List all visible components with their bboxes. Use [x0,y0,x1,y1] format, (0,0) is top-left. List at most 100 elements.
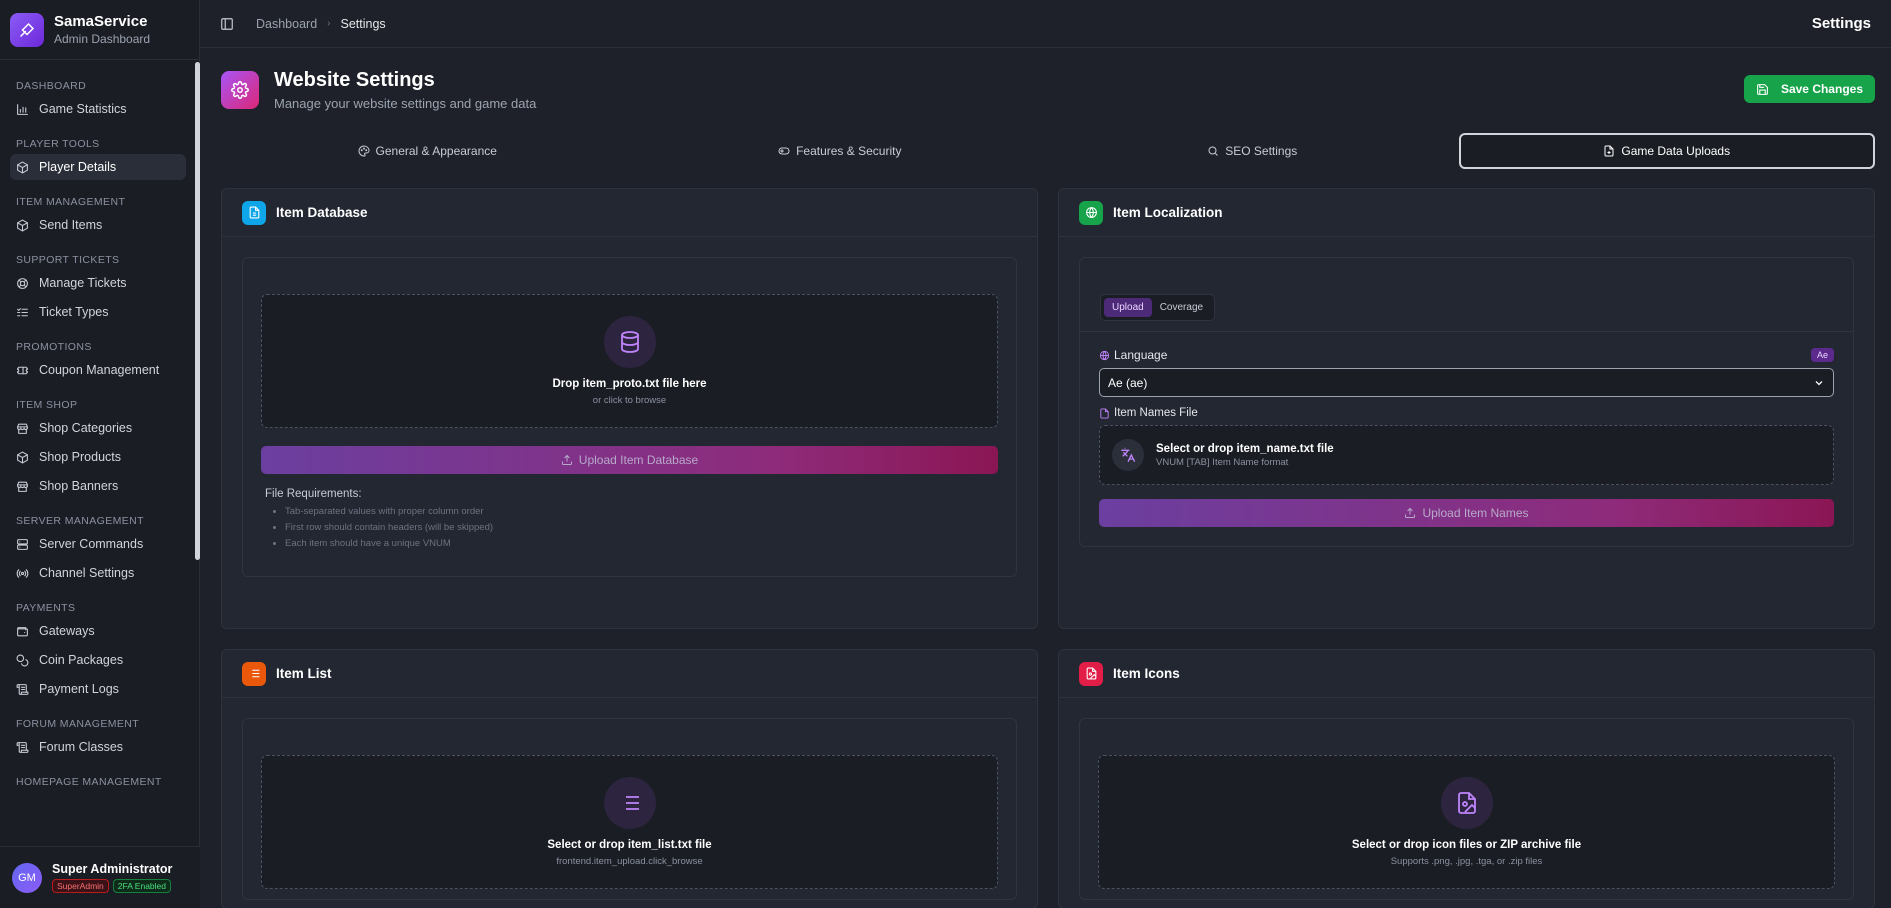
item-list-card: Item List Select or drop item_list.txt f… [221,649,1038,908]
sidebar-item-gateways[interactable]: Gateways [10,618,186,644]
item-names-dropzone[interactable]: Select or drop item_name.txt file VNUM [… [1099,425,1834,485]
upload-item-database-button[interactable]: Upload Item Database [261,446,998,474]
dropzone-title: Drop item_proto.txt file here [552,378,707,390]
sidebar-item-label: Channel Settings [39,566,135,580]
dropzone-title: Select or drop item_name.txt file [1156,442,1334,455]
wallet-icon [17,626,28,636]
sidebar-item-ticket-types[interactable]: Ticket Types [10,299,186,325]
requirement-item: First row should contain headers (will b… [285,520,994,536]
sidebar-item-game-statistics[interactable]: Game Statistics [10,96,186,122]
avatar: GM [12,862,42,893]
database-icon [603,316,656,368]
brand[interactable]: SamaService Admin Dashboard [0,0,199,60]
sidebar-scrollbar[interactable] [195,62,200,560]
sidebar-item-label: Player Details [39,160,117,174]
save-changes-button[interactable]: Save Changes [1743,75,1875,103]
sidebar-toggle-icon[interactable] [220,17,234,31]
user-profile[interactable]: GM Super Administrator SuperAdmin 2FA En… [0,846,200,908]
requirement-item: Each item should have a unique VNUM [285,536,994,552]
breadcrumb-dashboard[interactable]: Dashboard [256,17,317,31]
search-icon [1208,146,1219,156]
sidebar-item-shop-products[interactable]: Shop Products [10,444,186,470]
mode-coverage-tab[interactable]: Coverage [1152,298,1211,317]
sidebar-item-player-details[interactable]: Player Details [10,154,186,180]
upload-item-names-button[interactable]: Upload Item Names [1099,499,1834,527]
button-label: Upload Item Database [578,453,699,467]
gear-icon [221,71,259,109]
upload-cards-grid: Item Database Drop item_proto.txt file h… [221,188,1875,908]
sidebar-item-label: Send Items [39,218,103,232]
file-icon [242,200,266,225]
sidebar-item-server-commands[interactable]: Server Commands [10,531,186,557]
sidebar-item-coupon-management[interactable]: Coupon Management [10,357,186,383]
file-plus-icon [1604,145,1614,157]
sidebar-item-label: Shop Categories [39,421,133,435]
sidebar-item-channel-settings[interactable]: Channel Settings [10,560,186,586]
nav-section-support-tickets: SUPPORT TICKETS [16,254,120,266]
dropzone-subtitle: or click to browse [592,395,667,406]
requirements-title: File Requirements: [265,488,362,500]
language-select[interactable]: Ae (ae) [1099,368,1834,397]
sidebar-item-shop-banners[interactable]: Shop Banners [10,473,186,499]
brand-logo-icon [10,12,44,47]
sidebar-item-label: Forum Classes [39,740,124,754]
sidebar: SamaService Admin Dashboard DASHBOARD Ga… [0,0,200,908]
list-icon [242,661,266,686]
tab-general-appearance[interactable]: General & Appearance [221,133,634,169]
item-icons-dropzone[interactable]: Select or drop icon files or ZIP archive… [1098,755,1835,889]
tab-seo-settings[interactable]: SEO Settings [1046,133,1459,169]
role-badge: SuperAdmin [52,879,109,893]
item-names-file-label: Item Names File [1114,407,1198,419]
language-label: Language [1114,348,1168,362]
tab-features-security[interactable]: Features & Security [634,133,1047,169]
sidebar-item-send-items[interactable]: Send Items [10,212,186,238]
server-icon [17,538,28,550]
sidebar-item-payment-logs[interactable]: Payment Logs [10,676,186,702]
nav-section-homepage-management: HOMEPAGE MANAGEMENT [16,776,162,788]
save-changes-label: Save Changes [1780,82,1863,96]
card-title: Item List [276,666,332,681]
item-list-dropzone[interactable]: Select or drop item_list.txt file fronte… [261,755,998,889]
sidebar-item-label: Shop Products [39,450,121,464]
cube-icon [17,161,28,173]
brand-title: SamaService [54,13,148,30]
requirement-item: Tab-separated values with proper column … [285,504,994,520]
sidebar-item-coin-packages[interactable]: Coin Packages [10,647,186,673]
nav-section-item-management: ITEM MANAGEMENT [16,196,126,208]
sidebar-item-shop-categories[interactable]: Shop Categories [10,415,186,441]
settings-tabs: General & Appearance Features & Security… [221,132,1875,170]
breadcrumb-settings: Settings [340,16,386,31]
sidebar-item-label: Shop Banners [39,479,119,493]
list-icon [603,777,656,829]
list-check-icon [17,307,28,316]
mode-upload-tab[interactable]: Upload [1104,298,1152,317]
sidebar-item-forum-classes[interactable]: Forum Classes [10,734,186,760]
item-proto-dropzone[interactable]: Drop item_proto.txt file here or click t… [261,294,998,428]
page-title: Website Settings [274,69,435,91]
language-select-value: Ae (ae) [1108,375,1148,390]
tab-label: SEO Settings [1225,144,1298,158]
scroll-icon [16,741,29,753]
store-icon [17,423,28,434]
sidebar-item-manage-tickets[interactable]: Manage Tickets [10,270,186,296]
sidebar-item-label: Server Commands [39,537,144,551]
dropzone-subtitle: VNUM [TAB] Item Name format [1156,456,1289,468]
card-title: Item Icons [1113,666,1180,681]
tab-game-data-uploads[interactable]: Game Data Uploads [1458,133,1875,169]
language-chip: Ae [1810,348,1834,362]
store-icon [17,481,28,492]
user-name: Super Administrator [52,862,173,876]
scroll-icon [16,683,29,695]
tab-label: General & Appearance [375,144,497,158]
chevron-right-icon: › [327,18,331,29]
translate-icon [1112,439,1144,471]
file-requirements: File Requirements: Tab-separated values … [261,474,998,566]
radio-icon [16,568,29,578]
save-icon [1757,83,1768,95]
cube-icon [17,451,28,463]
twofa-badge: 2FA Enabled [112,879,171,893]
lifebuoy-icon [17,277,28,289]
main-content: Website Settings Manage your website set… [221,48,1875,908]
page-description: Manage your website settings and game da… [274,96,537,111]
nav-section-player-tools: PLAYER TOOLS [16,138,100,150]
